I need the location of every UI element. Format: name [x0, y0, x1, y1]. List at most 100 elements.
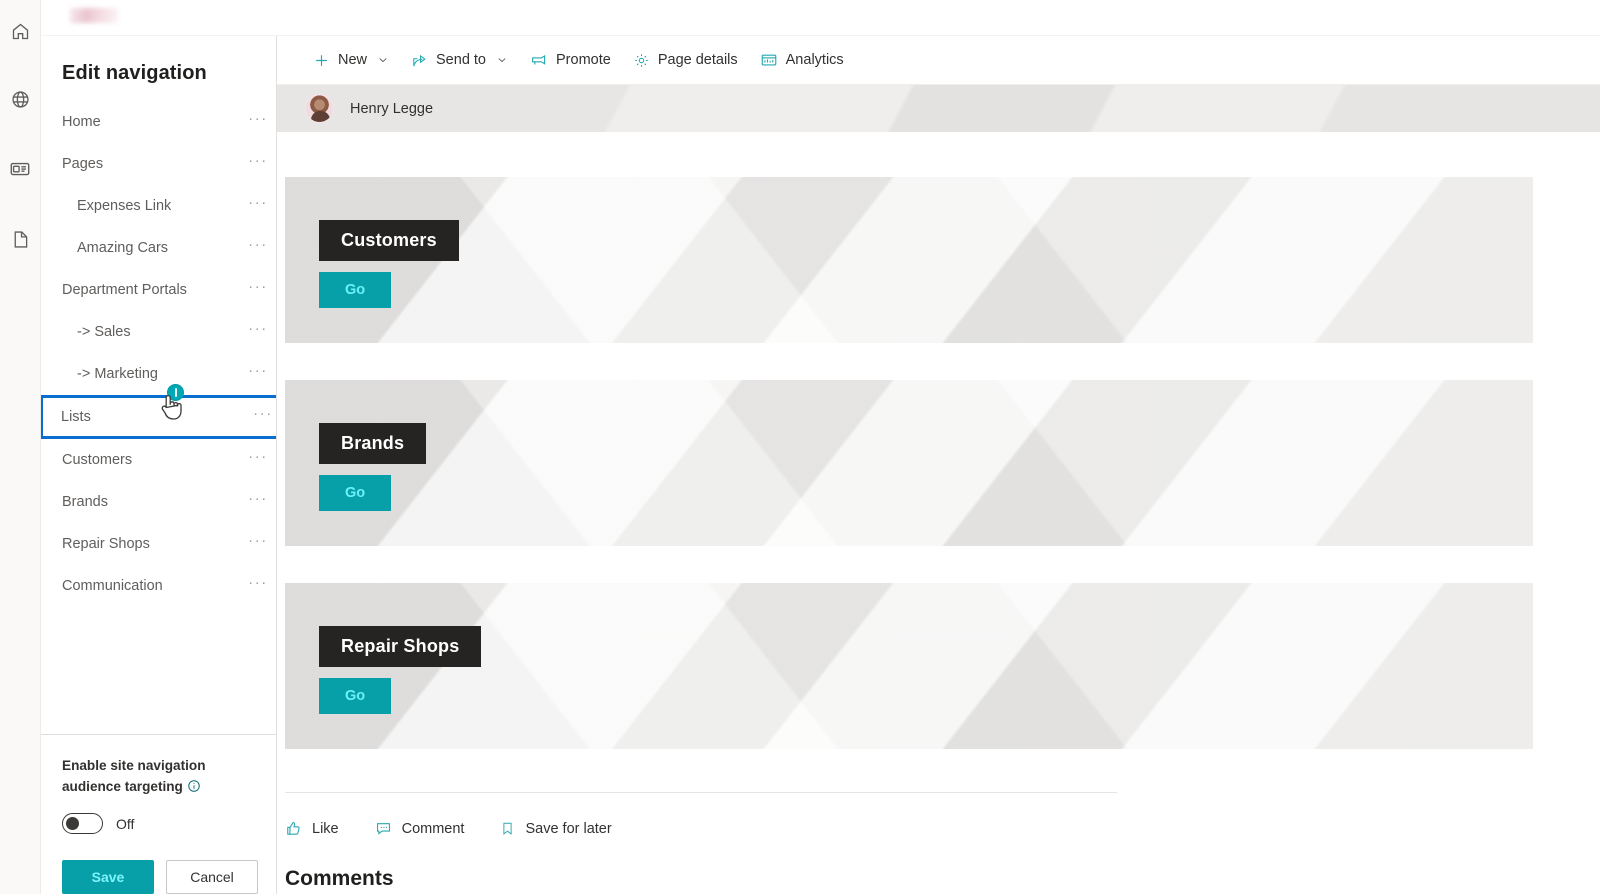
nav-item-lists[interactable]: Lists ··· [41, 384, 276, 439]
rail-item-sites[interactable] [0, 74, 41, 124]
hero-title: Repair Shops [319, 626, 482, 667]
command-label: Analytics [785, 52, 844, 68]
bookmark-icon [500, 820, 515, 837]
nav-item-more-icon[interactable]: ··· [240, 449, 276, 468]
chevron-down-icon[interactable] [377, 54, 389, 66]
social-like[interactable]: Like [285, 820, 339, 837]
app-rail [0, 0, 41, 894]
audience-targeting-toggle[interactable] [62, 813, 103, 834]
rail-item-home[interactable] [0, 6, 41, 56]
nav-item-label: Home [62, 114, 101, 130]
nav-item-label: Customers [62, 452, 133, 468]
cancel-button[interactable]: Cancel [166, 860, 258, 894]
panel-title: Edit navigation [62, 62, 207, 84]
command-send-to[interactable]: Send to [401, 40, 518, 80]
globe-icon [10, 89, 31, 110]
save-button[interactable]: Save [62, 860, 154, 894]
command-page-details[interactable]: Page details [623, 40, 748, 80]
nav-item-label: Expenses Link [77, 198, 172, 214]
social-divider [285, 792, 1117, 793]
command-label: Promote [556, 52, 611, 68]
author-avatar[interactable] [305, 94, 334, 123]
chevron-down-icon[interactable] [496, 54, 508, 66]
nav-item-label: Repair Shops [62, 536, 150, 552]
nav-item-more-icon[interactable]: ··· [240, 153, 276, 172]
hero-card[interactable]: Brands Go [285, 380, 1533, 546]
rail-item-news[interactable] [0, 144, 41, 194]
audience-targeting-label: Enable site navigation audience targetin… [62, 755, 242, 799]
author-byline: Henry Legge [277, 85, 1600, 132]
document-icon [10, 229, 31, 250]
panel-actions: Save Cancel [62, 860, 276, 894]
sharepoint-page: Edit navigation Home ··· Pages ··· Expenses … [0, 0, 1600, 894]
social-actions: Like Comment Save for later [285, 820, 612, 837]
nav-item-expenses-link[interactable]: Expenses Link ··· [41, 185, 276, 227]
rail-item-files[interactable] [0, 214, 41, 264]
nav-item-label: Brands [62, 494, 108, 510]
comments-heading: Comments [285, 867, 394, 890]
toggle-state-label: Off [116, 815, 135, 832]
nav-item-more-icon[interactable]: ··· [240, 237, 276, 256]
nav-item-brands[interactable]: Brands ··· [41, 481, 276, 523]
nav-item-sales[interactable]: -> Sales ··· [41, 311, 276, 353]
hero-title: Brands [319, 423, 427, 464]
comment-icon [375, 820, 392, 837]
nav-item-more-icon[interactable]: ··· [240, 279, 276, 298]
nav-item-label: Amazing Cars [77, 240, 169, 256]
info-icon[interactable] [187, 778, 201, 799]
nav-item-label: Communication [62, 578, 163, 594]
command-label: New [338, 52, 368, 68]
hero-title: Customers [319, 220, 459, 261]
nav-item-label: -> Marketing [77, 366, 158, 382]
command-label: Page details [657, 52, 738, 68]
nav-item-home[interactable]: Home ··· [41, 101, 276, 143]
gear-icon [633, 52, 650, 69]
promote-icon [530, 51, 548, 69]
hero-go-button[interactable]: Go [319, 475, 392, 511]
nav-item-more-icon[interactable]: ··· [245, 406, 276, 425]
command-new[interactable]: New [303, 40, 399, 80]
command-bar: New Send to Promote Page details Analytics [277, 36, 1600, 85]
analytics-icon [760, 51, 778, 69]
author-name: Henry Legge [350, 100, 434, 117]
social-label: Like [312, 820, 339, 837]
nav-item-label: Department Portals [62, 282, 187, 298]
social-save-for-later[interactable]: Save for later [500, 820, 612, 837]
command-label: Send to [436, 52, 487, 68]
nav-item-more-icon[interactable]: ··· [240, 575, 276, 594]
news-icon [9, 158, 31, 180]
social-label: Comment [401, 820, 465, 837]
site-logo[interactable] [70, 8, 118, 23]
command-analytics[interactable]: Analytics [750, 40, 854, 80]
command-promote[interactable]: Promote [520, 40, 621, 80]
panel-footer: Enable site navigation audience targetin… [41, 734, 276, 894]
nav-item-repair-shops[interactable]: Repair Shops ··· [41, 523, 276, 565]
nav-item-more-icon[interactable]: ··· [240, 363, 276, 382]
social-comment[interactable]: Comment [375, 820, 465, 837]
edit-navigation-panel: Edit navigation Home ··· Pages ··· Expenses … [41, 36, 277, 894]
hero-card[interactable]: Repair Shops Go [285, 583, 1533, 749]
nav-item-more-icon[interactable]: ··· [240, 533, 276, 552]
nav-item-department-portals[interactable]: Department Portals ··· [41, 269, 276, 311]
page-content: Henry Legge Customers Go Brands Go Repair Sh… [277, 85, 1600, 894]
nav-item-label: Pages [62, 156, 104, 172]
hero-card[interactable]: Customers Go [285, 177, 1533, 343]
nav-item-more-icon[interactable]: ··· [240, 195, 276, 214]
nav-item-communication[interactable]: Communication ··· [41, 565, 276, 607]
nav-item-pages[interactable]: Pages ··· [41, 143, 276, 185]
nav-item-more-icon[interactable]: ··· [240, 321, 276, 340]
nav-item-more-icon[interactable]: ··· [240, 491, 276, 510]
nav-item-customers[interactable]: Customers ··· [41, 439, 276, 481]
nav-item-amazing-cars[interactable]: Amazing Cars ··· [41, 227, 276, 269]
audience-targeting-toggle-row: Off [62, 813, 276, 834]
add-icon [313, 52, 330, 69]
hero-go-button[interactable]: Go [319, 272, 392, 308]
social-label: Save for later [525, 820, 612, 837]
nav-item-marketing[interactable]: -> Marketing ··· [41, 353, 276, 395]
toggle-knob [66, 817, 79, 830]
hero-go-button[interactable]: Go [319, 678, 392, 714]
nav-item-more-icon[interactable]: ··· [240, 111, 276, 130]
thumbs-up-icon [285, 820, 302, 837]
nav-item-label: Lists [61, 409, 91, 425]
navigation-items-list: Home ··· Pages ··· Expenses Link ··· Amazing C… [41, 101, 276, 734]
